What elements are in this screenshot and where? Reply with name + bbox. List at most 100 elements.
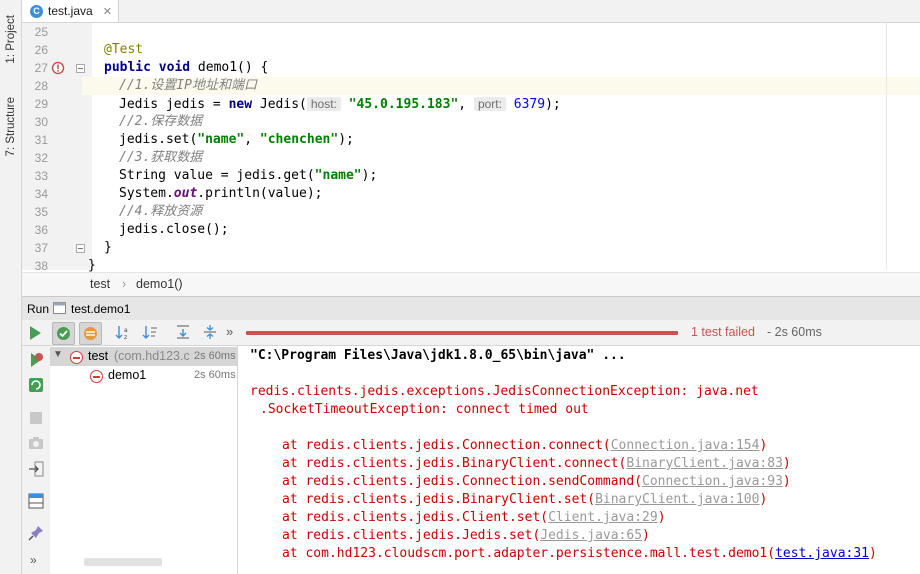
show-ignored-toggle[interactable]: [79, 322, 102, 345]
test-progress-bar: [246, 331, 678, 335]
stack-frame-text: ): [657, 510, 666, 525]
structure-tool-tab[interactable]: 7: Structure: [1, 84, 20, 170]
close-tab-icon[interactable]: ✕: [103, 5, 112, 18]
stack-frame-link[interactable]: Jedis.java:65: [540, 528, 642, 543]
line-number: 30: [34, 115, 48, 129]
file-tab-test-java[interactable]: C test.java ✕: [22, 0, 119, 22]
fold-end-icon[interactable]: [76, 244, 85, 253]
rerun-icon[interactable]: [27, 325, 43, 341]
keyword-new: new: [228, 97, 253, 112]
line-number: 36: [34, 223, 48, 237]
comment: //4.释放资源: [119, 204, 203, 219]
code-text: ,: [244, 132, 260, 147]
test-failed-icon: [90, 370, 103, 384]
comment: //2.保存数据: [119, 114, 203, 129]
check-circle-icon: [57, 327, 70, 340]
string-literal: "name": [197, 132, 245, 147]
stack-frame-link[interactable]: Connection.java:154: [611, 438, 760, 453]
tree-row-test-class[interactable]: ▼ test (com.hd123.c 2s 60ms: [50, 347, 237, 366]
stack-frame-text: at redis.clients.jedis.Client.set(: [282, 510, 549, 525]
code-text: Jedis jedis =: [119, 97, 229, 112]
code-text: jedis.set(: [119, 132, 198, 147]
param-hint-host: host:: [306, 97, 341, 111]
keyword: public void: [104, 60, 191, 75]
svg-text:a: a: [124, 327, 128, 334]
static-field-out: out: [173, 186, 198, 201]
stack-frame-text: at redis.clients.jedis.BinaryClient.conn…: [282, 456, 627, 471]
console-command-line: "C:\Program Files\Java\jdk1.8.0_65\bin\j…: [250, 348, 626, 363]
tree-class-time: 2s 60ms: [194, 350, 236, 362]
string-literal: "45.0.195.183": [348, 97, 459, 112]
camera-icon[interactable]: [28, 435, 44, 451]
stack-frame-text: ): [642, 528, 650, 543]
sort-alphabetically-icon[interactable]: az: [115, 324, 131, 340]
project-tool-tab[interactable]: 1: Project: [1, 4, 20, 74]
breadcrumb-method[interactable]: demo1(): [136, 277, 183, 291]
layout-icon[interactable]: [28, 493, 44, 509]
comment: //1.设置IP地址和端口: [119, 78, 257, 93]
stack-frame-text: ): [782, 474, 791, 489]
run-config-name[interactable]: test.demo1: [71, 302, 130, 316]
line-number: 37: [34, 241, 48, 255]
code-text: }: [104, 240, 112, 255]
more-side-actions[interactable]: »: [30, 553, 37, 567]
code-text: }: [88, 258, 96, 273]
expand-all-icon[interactable]: [175, 324, 191, 340]
toggle-auto-test-icon[interactable]: [28, 377, 44, 393]
pin-icon[interactable]: [28, 525, 44, 541]
test-status: 1 test failed: [691, 325, 755, 339]
method-signature: demo1() {: [190, 60, 269, 75]
stack-frame: at redis.clients.jedis.BinaryClient.conn…: [282, 455, 791, 473]
tree-row-method[interactable]: demo1 2s 60ms: [50, 366, 237, 385]
more-actions-chevron[interactable]: »: [226, 324, 233, 339]
test-failed-run-icon[interactable]: [51, 61, 65, 75]
code-text: );: [338, 132, 354, 147]
show-passed-toggle[interactable]: [52, 322, 75, 345]
rerun-failed-icon[interactable]: [28, 352, 44, 368]
line-number: 27: [34, 61, 48, 75]
stack-frame-text: ): [759, 492, 768, 507]
tree-method-label: demo1: [108, 368, 147, 382]
import-tests-icon[interactable]: [28, 461, 44, 477]
line-number: 32: [34, 151, 48, 165]
stack-frame: at redis.clients.jedis.Client.set(Client…: [282, 509, 666, 527]
fold-icon[interactable]: [76, 64, 85, 73]
stack-frame-text: at redis.clients.jedis.Connection.sendCo…: [282, 474, 643, 489]
stack-frame: at redis.clients.jedis.Jedis.set(Jedis.j…: [282, 527, 650, 545]
collapse-all-icon[interactable]: [202, 324, 218, 340]
stop-icon[interactable]: [28, 410, 44, 426]
stack-frame-text: ): [759, 438, 768, 453]
line-number: 35: [34, 205, 48, 219]
stack-frame-link[interactable]: Connection.java:93: [642, 474, 783, 489]
line-number: 29: [34, 97, 48, 111]
project-tab-label: 1: Project: [4, 14, 17, 64]
expand-arrow-icon[interactable]: ▼: [53, 349, 63, 360]
tree-horizontal-scrollbar[interactable]: [84, 558, 162, 566]
stack-frame-link[interactable]: Client.java:29: [548, 510, 658, 525]
stack-frame-link[interactable]: test.java:31: [775, 546, 869, 561]
stack-frame-link[interactable]: BinaryClient.java:83: [626, 456, 783, 471]
stack-frame-text: at com.hd123.cloudscm.port.adapter.persi…: [282, 546, 776, 561]
sort-by-duration-icon[interactable]: [142, 324, 158, 340]
code-text: jedis.close();: [119, 222, 229, 237]
stack-frame-link[interactable]: BinaryClient.java:100: [595, 492, 759, 507]
breadcrumb-separator: ›: [122, 277, 127, 291]
file-tab-label: test.java: [48, 4, 93, 18]
tree-class-label: test: [88, 349, 109, 363]
console-output[interactable]: "C:\Program Files\Java\jdk1.8.0_65\bin\j…: [238, 346, 920, 574]
breadcrumb-class[interactable]: test: [90, 277, 110, 291]
line-number: 31: [34, 133, 48, 147]
line-number: 26: [34, 43, 48, 57]
stack-frame: at com.hd123.cloudscm.port.adapter.persi…: [282, 545, 877, 563]
run-toolbar: az » 1 test failed - 2s 60ms: [22, 320, 920, 346]
stack-frame-text: at redis.clients.jedis.Connection.connec…: [282, 438, 611, 453]
run-label: Run: [27, 302, 50, 316]
code-text: String value = jedis.get(: [119, 168, 315, 183]
console-exception: redis.clients.jedis.exceptions.JedisConn…: [250, 384, 759, 399]
editor-tab-bar: C test.java ✕: [22, 0, 920, 23]
line-number: 34: [34, 187, 48, 201]
string-literal: "chenchen": [259, 132, 339, 147]
ignored-icon: [84, 327, 97, 340]
code-editor[interactable]: @Test public void demo1() { //1.设置IP地址和端…: [88, 23, 920, 273]
annotation-test: @Test: [104, 42, 144, 57]
